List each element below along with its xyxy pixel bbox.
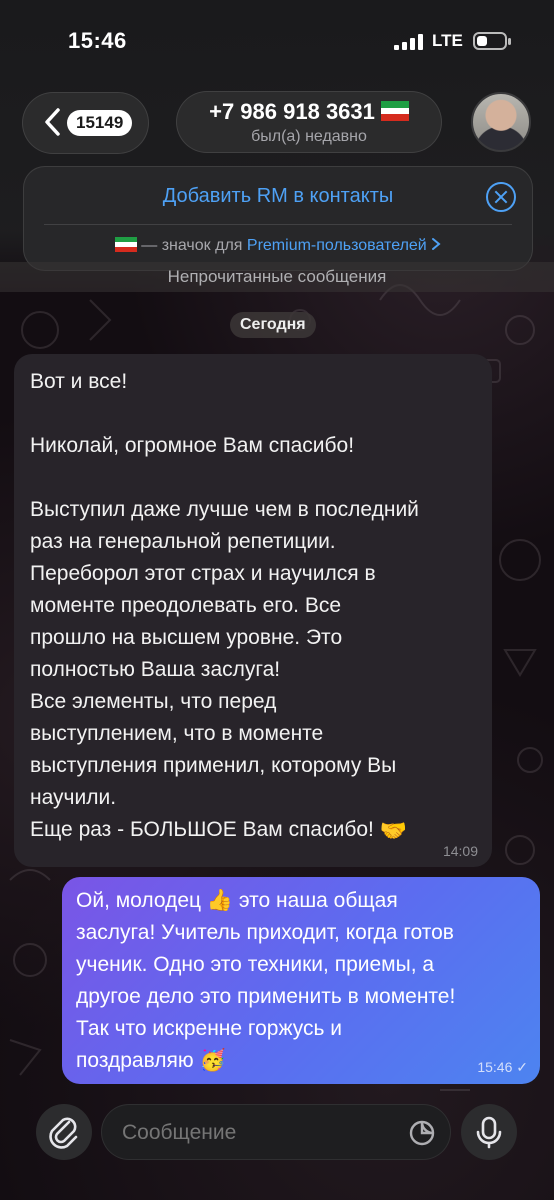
microphone-icon xyxy=(476,1116,502,1149)
date-separator: Сегодня xyxy=(230,312,316,338)
flag-icon xyxy=(114,237,137,252)
thumbs-up-emoji: 👍 xyxy=(206,889,234,912)
sticker-icon[interactable] xyxy=(408,1119,436,1147)
chevron-left-icon xyxy=(45,108,60,136)
handshake-emoji: 🤝 xyxy=(379,818,408,843)
contact-phone: +7 986 918 3631 xyxy=(209,99,375,124)
unread-count-badge: 15149 xyxy=(67,110,133,136)
chevron-right-icon xyxy=(432,238,441,250)
close-circle-icon[interactable] xyxy=(486,182,516,212)
status-bar: 15:46 LTE xyxy=(0,0,554,80)
message-time-value: 15:46 xyxy=(477,1059,513,1075)
party-face-emoji: 🥳 xyxy=(199,1049,226,1072)
add-contact-button[interactable]: Добавить RM в контакты xyxy=(24,185,532,208)
chat-title[interactable]: +7 986 918 3631 был(а) недавно xyxy=(176,91,442,153)
premium-link[interactable]: Premium-пользователей xyxy=(247,237,427,254)
battery-icon xyxy=(473,32,511,50)
outgoing-message[interactable]: Ой, молодец 👍 это наша общая заслуга! Уч… xyxy=(62,877,540,1084)
message-input-container xyxy=(101,1104,451,1160)
add-contact-panel: Добавить RM в контакты — значок для Prem… xyxy=(23,166,533,271)
message-text: Вот и все! Николай, огромное Вам спасибо… xyxy=(30,370,419,841)
status-time: 15:46 xyxy=(68,28,127,53)
premium-note[interactable]: — значок для Premium-пользователей xyxy=(24,237,532,255)
message-text-part2: это наша общая заслуга! Учитель приходит… xyxy=(76,889,456,1072)
network-type: LTE xyxy=(432,31,463,50)
read-check-icon: ✓ xyxy=(516,1059,528,1075)
back-button[interactable]: 15149 xyxy=(22,92,149,154)
signal-bars-icon xyxy=(394,34,423,50)
premium-note-prefix: — значок для xyxy=(141,237,243,254)
attach-button[interactable] xyxy=(36,1104,92,1160)
flag-icon xyxy=(380,101,409,121)
paperclip-icon xyxy=(49,1117,78,1149)
message-input[interactable] xyxy=(120,1120,394,1146)
avatar[interactable] xyxy=(471,92,531,152)
message-text-part1: Ой, молодец xyxy=(76,889,202,912)
last-seen-status: был(а) недавно xyxy=(251,128,367,145)
divider xyxy=(44,224,512,225)
message-time: 14:09 xyxy=(442,843,478,859)
incoming-message[interactable]: Вот и все! Николай, огромное Вам спасибо… xyxy=(14,354,492,867)
message-time: 15:46 ✓ xyxy=(477,1059,528,1076)
microphone-button[interactable] xyxy=(461,1104,517,1160)
unread-messages-banner: Непрочитанные сообщения xyxy=(0,262,554,292)
